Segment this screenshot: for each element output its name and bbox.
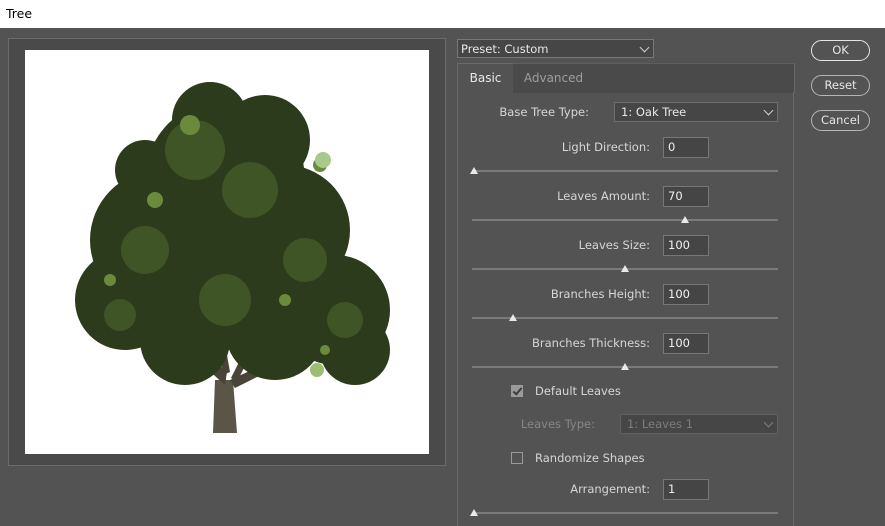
base-tree-type-value: 1: Oak Tree — [621, 105, 687, 119]
light-direction-label: Light Direction: — [561, 140, 650, 154]
slider-track — [472, 317, 778, 319]
arrangement-slider[interactable] — [470, 508, 778, 518]
default-leaves-checkbox[interactable] — [511, 385, 523, 397]
leaves-type-value: 1: Leaves 1 — [627, 417, 694, 431]
branches-height-field[interactable]: 100 — [663, 284, 709, 305]
light-direction-field[interactable]: 0 — [663, 137, 709, 158]
chevron-down-icon — [639, 42, 650, 53]
preset-dropdown[interactable]: Preset: Custom — [457, 39, 654, 58]
cancel-button[interactable]: Cancel — [811, 110, 870, 131]
default-leaves-label: Default Leaves — [535, 384, 621, 398]
branches-thickness-slider[interactable] — [472, 362, 778, 372]
reset-button[interactable]: Reset — [811, 75, 870, 96]
slider-track — [472, 170, 778, 172]
tab-bar-filler — [594, 63, 795, 93]
ok-button[interactable]: OK — [811, 40, 870, 61]
leaves-type-dropdown[interactable]: 1: Leaves 1 — [620, 414, 778, 434]
leaves-amount-field[interactable]: 70 — [663, 186, 709, 207]
tab-basic[interactable]: Basic — [457, 63, 514, 93]
preview-frame — [8, 38, 446, 466]
slider-thumb[interactable] — [470, 167, 478, 174]
slider-thumb[interactable] — [681, 216, 690, 223]
randomize-shapes-checkbox[interactable] — [511, 452, 523, 464]
title-bar: Tree — [0, 0, 885, 28]
randomize-shapes-label: Randomize Shapes — [535, 451, 645, 465]
base-tree-type-label: Base Tree Type: — [499, 105, 589, 119]
leaves-amount-label: Leaves Amount: — [557, 189, 650, 203]
preset-value: Preset: Custom — [461, 42, 549, 56]
leaves-size-label: Leaves Size: — [578, 238, 650, 252]
slider-track — [472, 219, 778, 221]
chevron-down-icon — [763, 417, 774, 428]
tree-preview — [25, 50, 429, 454]
leaves-type-label: Leaves Type: — [520, 417, 595, 431]
branches-thickness-label: Branches Thickness: — [532, 336, 650, 350]
slider-thumb[interactable] — [621, 265, 629, 272]
slider-thumb[interactable] — [470, 509, 478, 516]
branches-height-label: Branches Height: — [550, 287, 650, 301]
slider-track — [472, 512, 778, 514]
base-tree-type-dropdown[interactable]: 1: Oak Tree — [614, 102, 778, 122]
branches-height-slider[interactable] — [472, 313, 778, 323]
leaves-amount-slider[interactable] — [472, 215, 778, 225]
arrangement-field[interactable]: 1 — [663, 479, 709, 500]
chevron-down-icon — [763, 105, 774, 116]
slider-thumb[interactable] — [509, 314, 518, 321]
leaves-size-field[interactable]: 100 — [663, 235, 709, 256]
light-direction-slider[interactable] — [470, 166, 778, 176]
oak-tree-image — [75, 82, 390, 433]
slider-thumb[interactable] — [621, 363, 629, 370]
branches-thickness-field[interactable]: 100 — [663, 333, 709, 354]
tab-advanced[interactable]: Advanced — [513, 63, 595, 93]
window-title: Tree — [6, 6, 33, 21]
arrangement-label: Arrangement: — [570, 482, 650, 496]
leaves-size-slider[interactable] — [472, 264, 778, 274]
